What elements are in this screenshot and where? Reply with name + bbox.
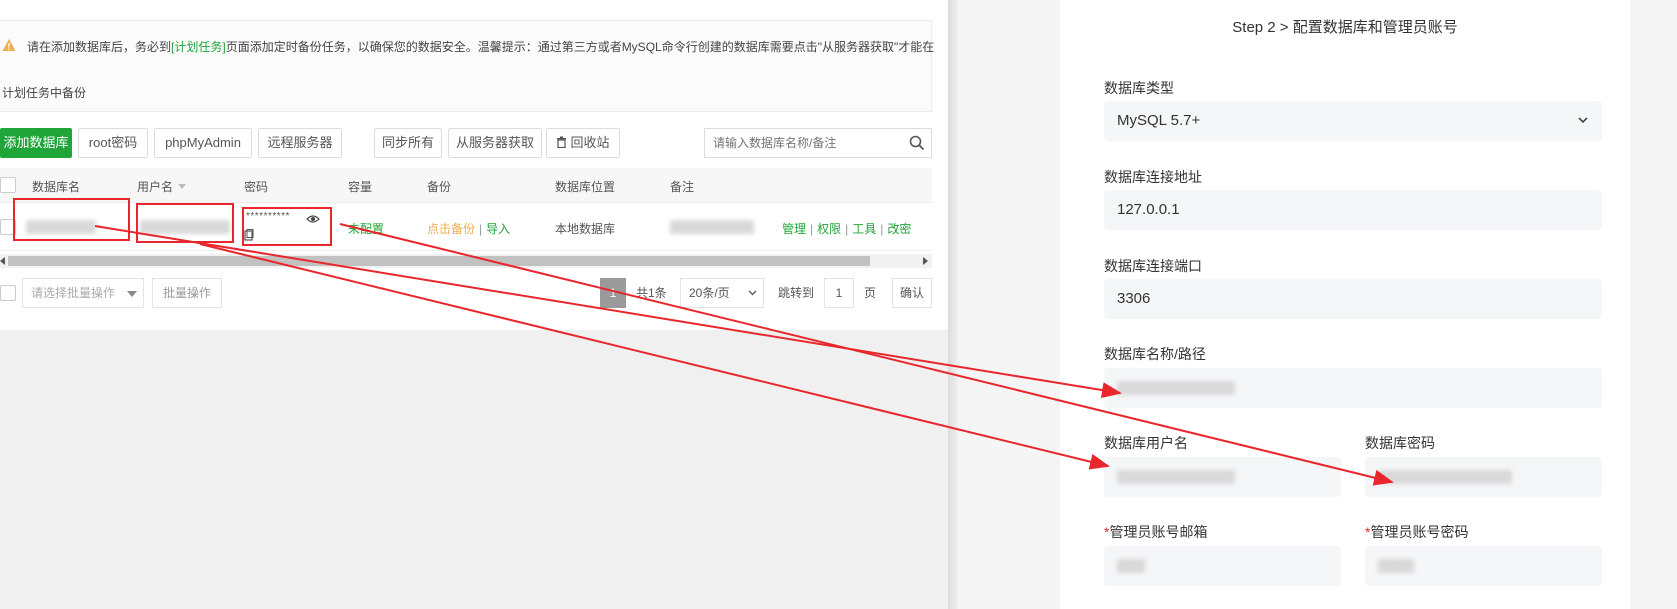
search-icon[interactable]	[909, 135, 925, 151]
sync-all-button[interactable]: 同步所有	[374, 128, 442, 158]
batch-select[interactable]: 请选择批量操作	[22, 278, 144, 308]
footer-checkbox[interactable]	[0, 285, 16, 301]
sort-caret-icon	[178, 184, 187, 189]
db-user-label: 数据库用户名	[1104, 435, 1188, 451]
admin-email-field[interactable]	[1104, 546, 1341, 586]
warning-icon	[2, 39, 16, 51]
note-redacted[interactable]	[670, 220, 754, 234]
admin-email-value-redacted	[1117, 559, 1145, 573]
db-password-value-redacted	[1378, 470, 1512, 484]
dropdown-caret-icon	[127, 291, 137, 297]
batch-action-button[interactable]: 批量操作	[152, 278, 222, 308]
db-port-field[interactable]: 3306	[1104, 279, 1602, 319]
db-toolbar: 添加数据库 root密码 phpMyAdmin 远程服务器 同步所有 从服务器获…	[0, 128, 932, 160]
change-password-link[interactable]: 改密	[887, 222, 911, 236]
col-capacity: 容量	[348, 180, 373, 194]
db-type-label: 数据库类型	[1104, 80, 1174, 96]
scroll-right-icon[interactable]	[923, 257, 928, 265]
database-panel: 请在添加数据库后，务必到[计划任务]页面添加定时备份任务，以确保您的数据安全。温…	[0, 0, 948, 330]
backup-link[interactable]: 点击备份	[427, 222, 475, 236]
admin-password-field[interactable]	[1365, 546, 1602, 586]
db-password-label: 数据库密码	[1365, 435, 1435, 451]
fetch-from-server-button[interactable]: 从服务器获取	[448, 128, 542, 158]
row-checkbox[interactable]	[0, 219, 16, 235]
table-header: 数据库名 用户名 密码 容量 备份 数据库位置 备注	[0, 168, 932, 203]
db-name-value-redacted	[1117, 381, 1235, 395]
col-location: 数据库位置	[555, 180, 616, 194]
admin-password-value-redacted	[1378, 559, 1414, 573]
per-page-select[interactable]: 20条/页	[680, 278, 764, 308]
jump-to-label: 跳转到	[778, 286, 815, 300]
col-backup: 备份	[427, 180, 452, 194]
col-password: 密码	[244, 180, 269, 194]
install-form-panel: Step 2 > 配置数据库和管理员账号 数据库类型 MySQL 5.7+ 数据…	[1060, 0, 1630, 609]
db-host-field[interactable]: 127.0.0.1	[1104, 190, 1602, 230]
import-link[interactable]: 导入	[486, 222, 510, 236]
col-username[interactable]: 用户名	[137, 178, 187, 195]
select-all-checkbox[interactable]	[0, 177, 16, 193]
add-database-button[interactable]: 添加数据库	[0, 128, 72, 158]
table-row: ********** 未配置 点击备份 | 导入 本地数据库 管理 | 权限 | 工具 | 改密	[0, 203, 932, 251]
db-search-input[interactable]	[705, 129, 895, 157]
tools-link[interactable]: 工具	[852, 222, 876, 236]
db-user-value-redacted	[1117, 470, 1235, 484]
admin-email-label: *管理员账号邮箱	[1104, 524, 1208, 540]
scroll-left-icon[interactable]	[0, 257, 5, 265]
scroll-thumb[interactable]	[8, 256, 870, 266]
password-mask: **********	[246, 211, 290, 222]
root-password-button[interactable]: root密码	[78, 128, 148, 158]
eye-icon[interactable]	[306, 214, 320, 224]
table-footer: 请选择批量操作 批量操作 1 共1条 20条/页 跳转到 1 页 确认	[0, 278, 932, 310]
db-name-field[interactable]	[1104, 368, 1602, 408]
db-host-label: 数据库连接地址	[1104, 169, 1202, 185]
notice-line-2: 计划任务中备份	[2, 86, 87, 100]
page-unit-label: 页	[864, 286, 877, 300]
page-1-button[interactable]: 1	[600, 278, 626, 308]
recycle-bin-button[interactable]: 回收站	[546, 128, 620, 158]
notice-banner: 请在添加数据库后，务必到[计划任务]页面添加定时备份任务，以确保您的数据安全。温…	[0, 20, 935, 112]
phpmyadmin-button[interactable]: phpMyAdmin	[154, 128, 252, 158]
row-actions: 管理 | 权限 | 工具 | 改密	[782, 222, 912, 236]
username-redacted	[140, 220, 230, 234]
step-title: Step 2 > 配置数据库和管理员账号	[1232, 19, 1458, 36]
confirm-jump-button[interactable]: 确认	[892, 278, 932, 308]
copy-icon[interactable]	[244, 229, 254, 241]
db-type-select[interactable]: MySQL 5.7+	[1104, 101, 1602, 141]
db-name-redacted[interactable]	[26, 220, 96, 234]
db-search-box[interactable]	[704, 128, 932, 158]
capacity-status[interactable]: 未配置	[348, 220, 384, 237]
window-divider	[948, 0, 958, 609]
admin-password-label: *管理员账号密码	[1365, 524, 1469, 540]
chevron-down-icon	[748, 290, 757, 296]
screenshot-stage: 请在添加数据库后，务必到[计划任务]页面添加定时备份任务，以确保您的数据安全。温…	[0, 0, 1677, 609]
db-user-field[interactable]	[1104, 457, 1341, 497]
total-count: 共1条	[636, 286, 667, 300]
chevron-down-icon	[1578, 117, 1588, 124]
cron-task-link[interactable]: [计划任务]	[171, 40, 226, 54]
jump-page-input[interactable]: 1	[824, 278, 854, 308]
db-table: 数据库名 用户名 密码 容量 备份 数据库位置 备注 ********** 未配…	[0, 168, 932, 251]
backup-actions: 点击备份 | 导入	[427, 222, 511, 236]
db-name-label: 数据库名称/路径	[1104, 346, 1206, 362]
horizontal-scrollbar[interactable]	[0, 254, 932, 268]
manage-link[interactable]: 管理	[782, 222, 806, 236]
notice-line-1: 请在添加数据库后，务必到[计划任务]页面添加定时备份任务，以确保您的数据安全。温…	[27, 40, 935, 54]
col-note: 备注	[670, 180, 695, 194]
db-password-field[interactable]	[1365, 457, 1602, 497]
permission-link[interactable]: 权限	[817, 222, 841, 236]
col-db-name[interactable]: 数据库名	[32, 178, 80, 195]
db-port-label: 数据库连接端口	[1104, 258, 1202, 274]
db-location: 本地数据库	[555, 222, 616, 236]
remote-server-button[interactable]: 远程服务器	[258, 128, 342, 158]
trash-icon	[557, 136, 567, 149]
